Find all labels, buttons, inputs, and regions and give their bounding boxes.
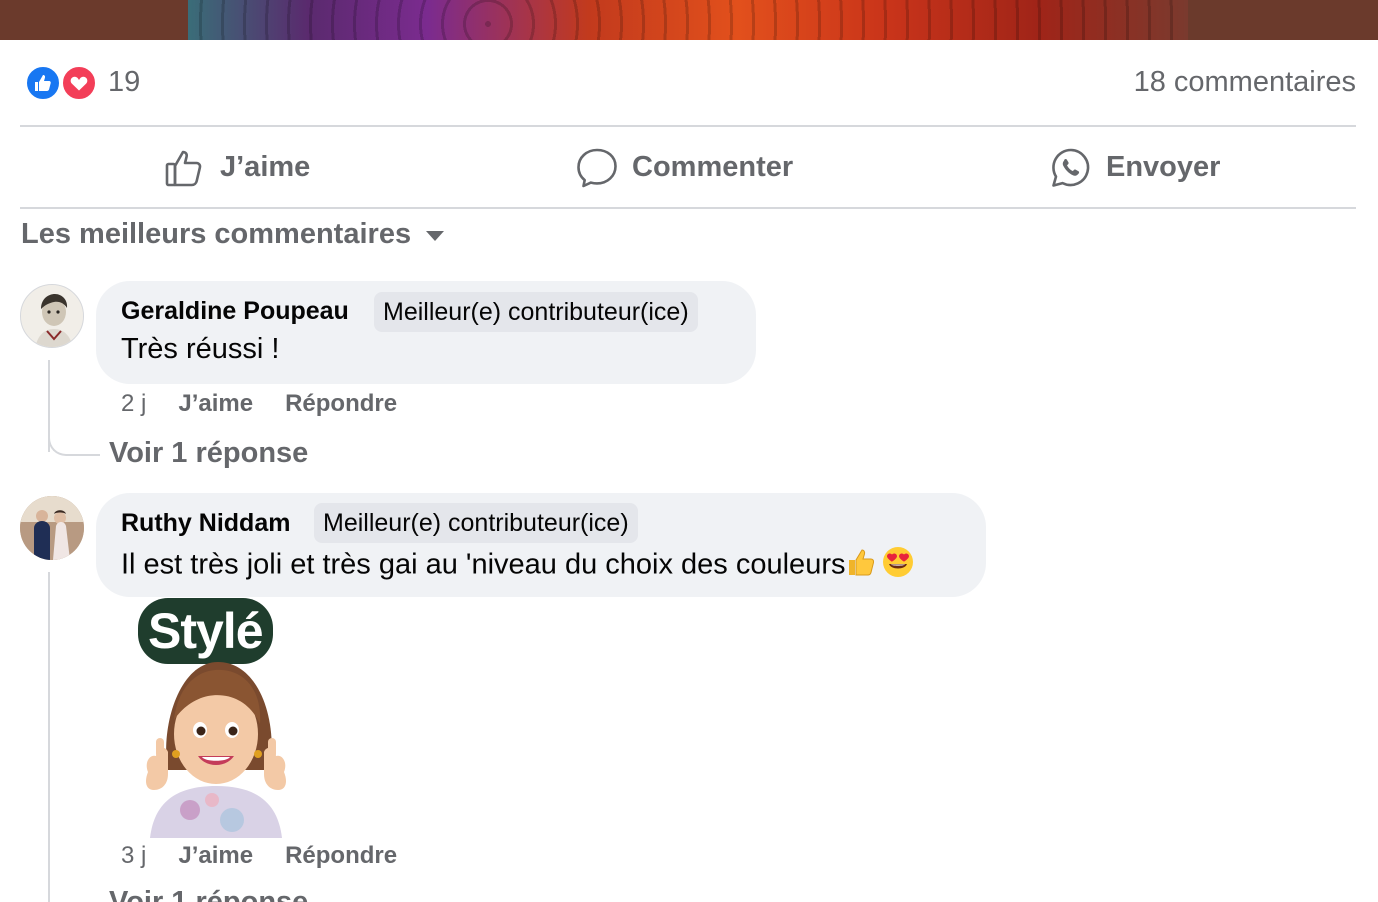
comment-author[interactable]: Geraldine Poupeau xyxy=(121,297,349,326)
avatar[interactable] xyxy=(20,284,84,348)
send-button-label: Envoyer xyxy=(1106,151,1221,183)
whatsapp-icon xyxy=(1050,147,1092,189)
view-replies-link[interactable]: Voir 1 réponse xyxy=(109,437,308,470)
reactions-summary: 19 18 commentaires xyxy=(20,60,1356,106)
comment-like-link[interactable]: J’aime xyxy=(178,390,253,418)
send-button[interactable]: Envoyer xyxy=(1050,128,1220,207)
comment-button-label: Commenter xyxy=(632,151,794,183)
comment-button[interactable]: Commenter xyxy=(576,128,793,207)
like-reaction-icon xyxy=(24,64,62,102)
thread-line xyxy=(48,572,50,902)
comment-sort-dropdown[interactable]: Les meilleurs commentaires xyxy=(21,218,445,251)
comments-count-link[interactable]: 18 commentaires xyxy=(1134,66,1356,99)
divider xyxy=(20,207,1356,209)
comment-like-link[interactable]: J’aime xyxy=(178,842,253,870)
top-contributor-badge[interactable]: Meilleur(e) contributeur(ice) xyxy=(314,503,638,543)
comment-reply-link[interactable]: Répondre xyxy=(285,390,397,418)
comment-text-row: Il est très joli et très gai au 'niveau … xyxy=(121,545,915,587)
thumbs-up-icon xyxy=(164,147,206,189)
top-contributor-badge[interactable]: Meilleur(e) contributeur(ice) xyxy=(374,292,698,332)
reaction-icons[interactable] xyxy=(24,64,98,102)
view-replies-link[interactable]: Voir 1 réponse xyxy=(109,886,308,902)
post-image[interactable] xyxy=(188,0,1188,40)
avatar[interactable] xyxy=(20,496,84,560)
sticker-character-image xyxy=(146,662,286,838)
heart-eyes-emoji-icon xyxy=(881,545,915,587)
comment-timestamp[interactable]: 2 j xyxy=(121,390,146,418)
love-reaction-icon xyxy=(60,64,98,102)
comment-meta: 2 j J’aime Répondre xyxy=(121,390,429,418)
sticker-label: Stylé xyxy=(138,598,273,664)
sticker-text: Stylé xyxy=(148,603,264,659)
comment-author[interactable]: Ruthy Niddam xyxy=(121,509,290,538)
post-action-bar: J’aime Commenter Envoyer xyxy=(20,128,1356,207)
sort-label: Les meilleurs commentaires xyxy=(21,218,412,250)
comment-text: Très réussi ! xyxy=(121,333,280,365)
comment-meta: 3 j J’aime Répondre xyxy=(121,842,429,870)
caret-down-icon xyxy=(425,218,445,251)
comment-reply-link[interactable]: Répondre xyxy=(285,842,397,870)
divider xyxy=(20,125,1356,127)
thread-line xyxy=(48,420,100,456)
comment-bubble-icon xyxy=(576,147,618,189)
thumbs-up-emoji-icon xyxy=(845,546,877,586)
post-image-strip[interactable] xyxy=(0,0,1378,40)
comment-text: Il est très joli et très gai au 'niveau … xyxy=(121,548,846,581)
reaction-count[interactable]: 19 xyxy=(108,66,140,99)
comment-timestamp[interactable]: 3 j xyxy=(121,842,146,870)
like-button-label: J’aime xyxy=(220,151,311,183)
like-button[interactable]: J’aime xyxy=(164,128,310,207)
sticker[interactable]: Stylé xyxy=(120,596,312,838)
